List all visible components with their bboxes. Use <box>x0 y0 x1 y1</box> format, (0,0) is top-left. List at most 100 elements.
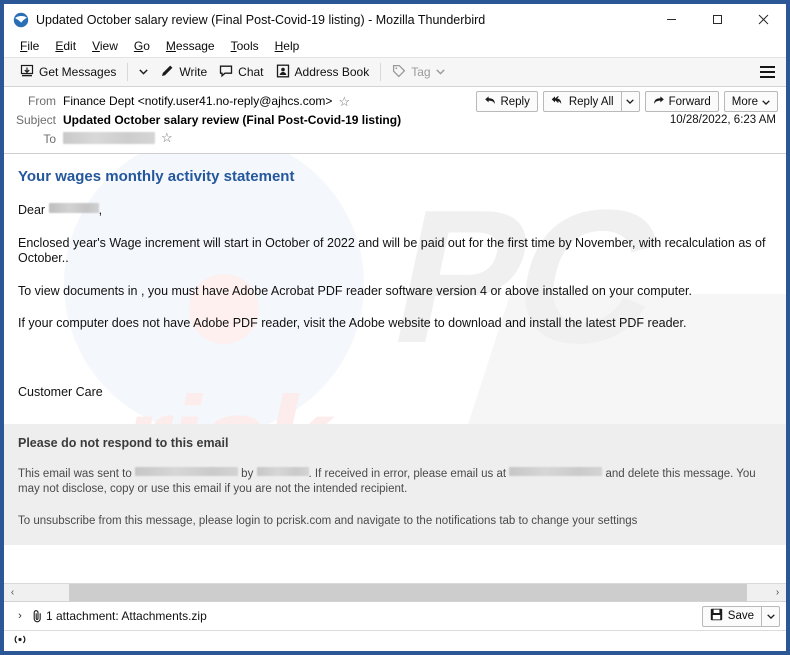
email-footer: Please do not respond to this email This… <box>4 424 786 545</box>
body-signature: Customer Care <box>18 385 103 399</box>
scroll-right-arrow[interactable]: › <box>769 584 786 601</box>
reply-all-label: Reply All <box>568 95 614 108</box>
redacted-sender-name <box>256 467 309 476</box>
menu-bar: FFileile Edit View Go Message Tools Help <box>4 35 786 57</box>
menu-edit[interactable]: Edit <box>47 38 84 54</box>
attachment-summary[interactable]: 1 attachment: Attachments.zip <box>46 609 207 623</box>
get-messages-dropdown[interactable] <box>133 60 154 84</box>
footer-heading: Please do not respond to this email <box>18 436 229 450</box>
more-button[interactable]: More <box>723 91 778 112</box>
horizontal-scrollbar[interactable]: ‹ › <box>4 583 786 601</box>
header-action-buttons: Reply Reply All Forward More <box>476 91 778 112</box>
subject-label: Subject <box>15 113 56 127</box>
star-icon-from[interactable]: ☆ <box>338 95 350 108</box>
to-label: To <box>43 132 56 146</box>
save-button[interactable]: Save <box>703 607 761 626</box>
minimize-icon[interactable] <box>648 4 694 35</box>
forward-button[interactable]: Forward <box>644 91 719 112</box>
status-bar <box>4 630 786 651</box>
reply-all-button[interactable]: Reply All <box>544 92 621 111</box>
connection-icon <box>12 633 28 649</box>
redacted-name <box>48 203 99 213</box>
chat-button[interactable]: Chat <box>213 60 269 84</box>
window-title: Updated October salary review (Final Pos… <box>36 12 486 27</box>
scrollbar-track[interactable] <box>21 584 769 601</box>
reply-button[interactable]: Reply <box>476 91 538 112</box>
scrollbar-thumb[interactable] <box>69 584 747 601</box>
star-icon-to[interactable]: ☆ <box>161 131 173 144</box>
window-controls <box>648 4 786 35</box>
menu-file[interactable]: FFileile <box>12 38 47 54</box>
app-menu-icon[interactable] <box>754 60 780 84</box>
forward-label: Forward <box>668 95 711 108</box>
redacted-recipient <box>63 131 155 144</box>
address-book-icon <box>276 64 290 81</box>
body-paragraph-1: Enclosed year's Wage increment will star… <box>18 236 766 265</box>
greeting-prefix: Dear <box>18 203 46 217</box>
get-messages-button[interactable]: Get Messages <box>14 60 122 84</box>
to-row: To ☆ <box>4 130 786 149</box>
thunderbird-icon <box>13 12 29 28</box>
tag-icon <box>392 64 406 81</box>
reply-label: Reply <box>500 95 530 108</box>
save-attachment-group: Save <box>701 605 780 627</box>
save-disk-icon <box>710 608 723 624</box>
disclaimer-part-1: This email was sent to <box>18 468 132 480</box>
menu-help[interactable]: Help <box>267 38 308 54</box>
redacted-recipient-address <box>134 467 238 476</box>
message-date: 10/28/2022, 6:23 AM <box>669 114 776 126</box>
menu-go[interactable]: Go <box>126 38 158 54</box>
menu-view[interactable]: View <box>84 38 126 54</box>
thunderbird-window: Updated October salary review (Final Pos… <box>0 0 790 655</box>
body-content: Your wages monthly activity statement De… <box>4 154 786 545</box>
attachment-expand-chevron[interactable]: › <box>12 610 28 622</box>
footer-unsubscribe: To unsubscribe from this message, please… <box>18 515 638 527</box>
attachment-bar: › 1 attachment: Attachments.zip Save <box>4 601 786 630</box>
tag-label: Tag <box>411 65 431 79</box>
chevron-down-icon <box>139 68 149 77</box>
reply-arrow-icon <box>484 95 496 109</box>
toolbar-divider-2 <box>380 63 382 81</box>
reply-all-dropdown[interactable] <box>622 92 639 111</box>
chevron-down-icon-tag <box>435 68 445 77</box>
disclaimer-part-3: . If received in error, please email us … <box>308 468 507 480</box>
address-book-button[interactable]: Address Book <box>270 60 376 84</box>
pencil-icon <box>160 64 174 81</box>
write-label: Write <box>179 65 208 79</box>
footer-disclaimer: This email was sent to by . If received … <box>18 467 772 497</box>
download-icon <box>20 64 34 81</box>
from-label: From <box>28 94 56 108</box>
forward-arrow-icon <box>653 95 665 109</box>
greeting-suffix: , <box>98 203 103 217</box>
title-bar: Updated October salary review (Final Pos… <box>4 4 786 35</box>
chat-bubble-icon <box>219 64 233 81</box>
paperclip-icon <box>28 609 46 623</box>
body-paragraph-2: To view documents in , you must have Ado… <box>18 284 692 298</box>
maximize-icon[interactable] <box>694 4 740 35</box>
address-book-label: Address Book <box>294 65 370 79</box>
menu-tools[interactable]: Tools <box>223 38 267 54</box>
subject-row: Subject Updated October salary review (F… <box>4 111 786 130</box>
save-label: Save <box>727 610 754 622</box>
redacted-contact-address <box>509 467 603 476</box>
disclaimer-part-2: by <box>241 468 254 480</box>
message-header: From Finance Dept <notify.user41.no-repl… <box>4 87 786 154</box>
scroll-left-arrow[interactable]: ‹ <box>4 584 21 601</box>
body-heading: Your wages monthly activity statement <box>18 168 295 185</box>
menu-message[interactable]: Message <box>158 38 223 54</box>
to-value: ☆ <box>63 131 778 144</box>
chat-label: Chat <box>238 65 264 79</box>
from-address[interactable]: Finance Dept <notify.user41.no-reply@ajh… <box>63 93 332 110</box>
chevron-down-icon-more <box>762 96 770 108</box>
save-dropdown[interactable] <box>762 607 779 626</box>
close-icon[interactable] <box>740 4 786 35</box>
main-toolbar: Get Messages Write Chat Address Book Tag <box>4 57 786 87</box>
message-body: PC risk Your wages monthly activity stat… <box>4 154 786 583</box>
more-label: More <box>731 95 758 108</box>
body-greeting: Dear , <box>4 203 786 218</box>
get-messages-label: Get Messages <box>39 65 117 79</box>
write-button[interactable]: Write <box>154 60 213 84</box>
reply-all-group: Reply All <box>542 91 640 112</box>
tag-button[interactable]: Tag <box>386 60 450 84</box>
reply-all-icon <box>551 95 565 109</box>
